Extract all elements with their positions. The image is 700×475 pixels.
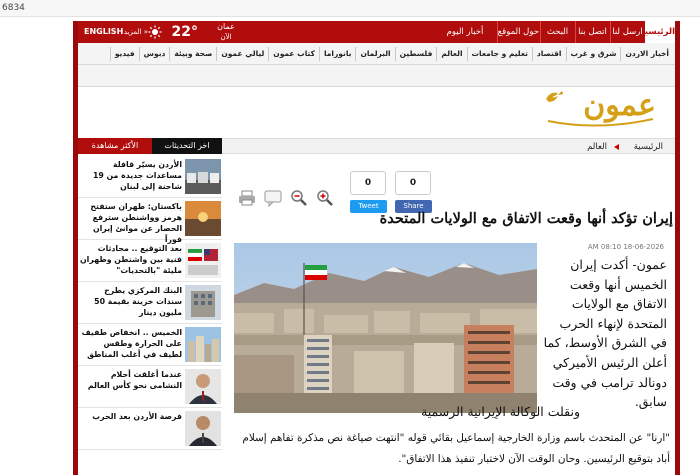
news-title[interactable]: الخميس .. انخفاض طفيف على الحرارة وطقس ل… [79, 327, 182, 360]
article-photo [234, 243, 537, 413]
top-today-news-link[interactable]: أخبار اليوم [435, 21, 495, 43]
news-thumbnail-trucks[interactable] [185, 159, 221, 194]
frame-right-border [675, 21, 680, 475]
nav-item-dabbous[interactable]: دبوس [138, 47, 170, 61]
tab-most-viewed[interactable]: الأكثر مشاهدة [78, 138, 152, 154]
article-title: إيران تؤكد أنها وقعت الاتفاق مع الولايات… [379, 210, 673, 227]
breadcrumb: الرئيسية العالم [222, 138, 675, 154]
tab-latest-updates[interactable]: اخر التحديثات [152, 138, 222, 154]
top-bar: الرئيسية ارسل لنا اتصل بنا البحث حول الم… [78, 21, 675, 43]
main-nav: أخبار الاردن شرق و غرب اقتصاد تعليم و جا… [78, 43, 675, 65]
nav-item-education[interactable]: تعليم و جامعات [466, 47, 532, 61]
article-date: 18-06-2026 08:10 AM [587, 243, 664, 251]
page: الرئيسية ارسل لنا اتصل بنا البحث حول الم… [0, 17, 700, 475]
sun-icon [148, 25, 162, 39]
news-thumbnail-flags[interactable] [185, 243, 221, 278]
nav-item-jordan-news[interactable]: أخبار الاردن [620, 47, 673, 61]
list-item[interactable]: بعد التوقيع .. محادثات فنية بين واشنطن و… [78, 240, 222, 282]
news-title[interactable]: بعد التوقيع .. محادثات فنية بين واشنطن و… [79, 243, 182, 276]
nav-list: أخبار الاردن شرق و غرب اقتصاد تعليم و جا… [109, 43, 673, 65]
weather-city: عمان الآن [202, 21, 250, 43]
author-avatar-2[interactable] [185, 411, 221, 446]
news-title[interactable]: البنك المركزي يطرح سندات خزينة بقيمة 50 … [79, 285, 182, 318]
weather-temperature: 22° [171, 24, 198, 40]
list-item[interactable]: البنك المركزي يطرح سندات خزينة بقيمة 50 … [78, 282, 222, 324]
news-thumbnail-bank-building[interactable] [185, 285, 221, 320]
nav-item-parliament[interactable]: البرلمان [355, 47, 394, 61]
comment-icon[interactable] [264, 189, 282, 207]
print-icon[interactable] [238, 189, 256, 207]
share-count: 0 [395, 171, 431, 195]
list-item[interactable]: باكستان: طهران ستفتح هرمز وواشنطن سترفع … [78, 198, 222, 244]
english-link[interactable]: ENGLISH [84, 21, 123, 43]
nav-item-video[interactable]: فيديو [109, 47, 139, 61]
sidebar-tabs: اخر التحديثات الأكثر مشاهدة [78, 138, 222, 154]
list-item[interactable]: الأردن يسيّر قافلة مساعدات جديدة من 19 ش… [78, 156, 222, 198]
sidebar-news-list: الأردن يسيّر قافلة مساعدات جديدة من 19 ش… [78, 156, 222, 450]
news-title[interactable]: باكستان: طهران ستفتح هرمز وواشنطن سترفع … [79, 201, 182, 245]
list-item[interactable]: الخميس .. انخفاض طفيف على الحرارة وطقس ل… [78, 324, 222, 366]
breadcrumb-section[interactable]: العالم [587, 139, 607, 155]
article-paragraph-3: "ارنا" عن المتحدث باسم وزارة الخارجية إس… [242, 432, 670, 465]
news-title[interactable]: الأردن يسيّر قافلة مساعدات جديدة من 19 ش… [79, 159, 182, 192]
logo-text: عمون [583, 88, 656, 123]
nav-item-panorama[interactable]: بانوراما [318, 47, 356, 61]
address-bar[interactable]: 6834 [0, 0, 700, 17]
article-paragraph-2: ونقلت الوكالة الإيرانية الرسمية [421, 404, 580, 419]
weather-now-label: الآن [220, 33, 232, 41]
nav-item-health[interactable]: صحة وبيئة [169, 47, 216, 61]
list-item[interactable]: فرصة الأردن بعد الحرب [78, 408, 222, 450]
weather-more-link[interactable]: « المزيد [124, 21, 148, 43]
breadcrumb-home[interactable]: الرئيسية [634, 139, 663, 155]
list-item[interactable]: عندما أغلقت أحلام النشامى نحو كأس العالم [78, 366, 222, 408]
tweet-count: 0 [350, 171, 386, 195]
news-thumbnail-city[interactable] [185, 327, 221, 362]
nav-item-palestine[interactable]: فلسطين [394, 47, 437, 61]
top-send-link[interactable]: ارسل لنا [610, 21, 644, 43]
zoom-out-icon[interactable] [290, 189, 308, 207]
article-lead: عمون- أكدت إيران الخميس أنها وقعت الاتفا… [543, 257, 667, 410]
top-about-link[interactable]: حول الموقع [497, 21, 539, 43]
top-contact-link[interactable]: اتصل بنا [575, 21, 609, 43]
nav-item-world[interactable]: العالم [436, 47, 466, 61]
news-title[interactable]: فرصة الأردن بعد الحرب [79, 411, 182, 422]
news-thumbnail-sunset[interactable] [185, 201, 221, 236]
nav-item-nights[interactable]: ليالي عمون [216, 47, 268, 61]
zoom-in-icon[interactable] [316, 189, 334, 207]
weather-city-name: عمان [217, 22, 235, 31]
breadcrumb-arrow-icon [614, 144, 619, 150]
news-title[interactable]: عندما أغلقت أحلام النشامى نحو كأس العالم [79, 369, 182, 391]
top-search-link[interactable]: البحث [540, 21, 574, 43]
site-logo[interactable]: عمون [538, 81, 658, 129]
nav-item-writers[interactable]: كتاب عمون [268, 47, 319, 61]
nav-item-east-west[interactable]: شرق و غرب [565, 47, 621, 61]
nav-item-economy[interactable]: اقتصاد [531, 47, 566, 61]
top-home-link[interactable]: الرئيسية [640, 21, 675, 43]
author-avatar-1[interactable] [185, 369, 221, 404]
